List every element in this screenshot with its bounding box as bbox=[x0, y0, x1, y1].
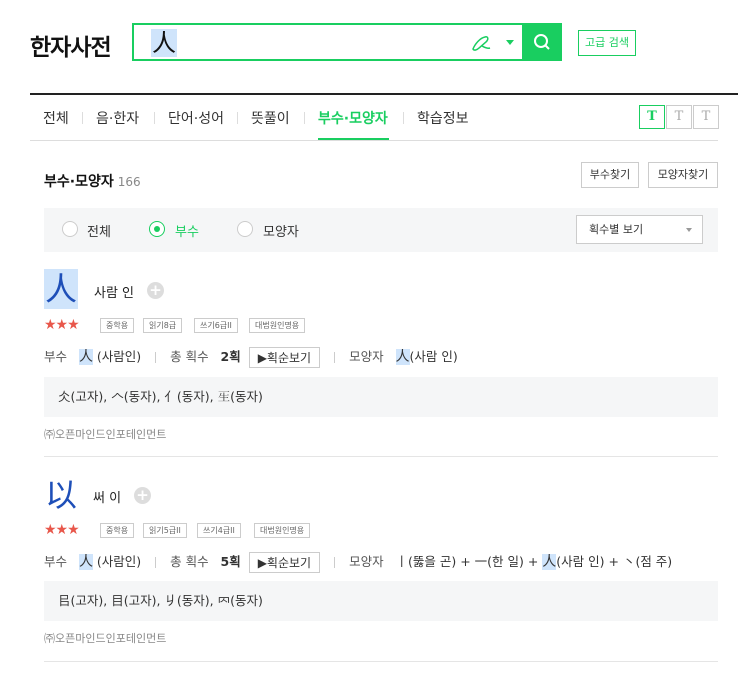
tabs-divider bbox=[30, 140, 718, 141]
level-badge: 대법원인명용 bbox=[249, 318, 306, 333]
chevron-down-icon bbox=[686, 228, 692, 232]
radio-all[interactable] bbox=[62, 221, 78, 237]
radio-shape-label[interactable]: 모양자 bbox=[263, 221, 299, 240]
strokes-label: 총 획수 bbox=[170, 554, 209, 569]
shape-label: 모양자 bbox=[349, 349, 384, 364]
filter-bar: 전체 부수 모양자 획수별 보기 bbox=[44, 208, 718, 252]
add-vocab-icon[interactable]: + bbox=[134, 487, 151, 504]
info-separator bbox=[334, 352, 336, 363]
radio-all-label[interactable]: 전체 bbox=[87, 221, 111, 240]
source-credit[interactable]: ㈜오픈마인드인포테인먼트 bbox=[44, 426, 166, 442]
entry-divider bbox=[44, 661, 718, 662]
search-button[interactable] bbox=[522, 23, 562, 61]
tab-all[interactable]: 전체 bbox=[43, 108, 69, 128]
sort-select-value: 획수별 보기 bbox=[589, 223, 644, 236]
level-badge: 읽기5급II bbox=[143, 523, 187, 538]
entry-info-row: 부수 人 (사람인) 총 획수 2획 ▶획순보기 모양자 人(사람 인) bbox=[44, 346, 458, 368]
level-badge: 쓰기4급II bbox=[197, 523, 241, 538]
variant-chars-box: 仌(고자), 𠆢(동자), 亻(동자), 𤯔(동자) bbox=[44, 377, 718, 417]
handwriting-pen-icon[interactable] bbox=[470, 34, 492, 52]
stroke-order-button[interactable]: ▶획순보기 bbox=[248, 552, 321, 573]
radio-radical-label[interactable]: 부수 bbox=[175, 221, 199, 240]
radical-name: (사람인) bbox=[92, 554, 142, 569]
shape-char-link[interactable]: 人 bbox=[395, 349, 410, 365]
variant-chars-box: 㠯(고자), 目(고자), 𠂈(동자), 𠔿(동자) bbox=[44, 581, 718, 621]
shape-label: 모양자 bbox=[349, 554, 384, 569]
add-vocab-icon[interactable]: + bbox=[147, 282, 164, 299]
tab-separator bbox=[403, 112, 404, 124]
source-credit[interactable]: ㈜오픈마인드인포테인먼트 bbox=[44, 630, 166, 646]
entry-divider bbox=[44, 456, 718, 457]
level-badge: 쓰기6급II bbox=[194, 318, 238, 333]
radio-shape[interactable] bbox=[237, 221, 253, 237]
stroke-order-button[interactable]: ▶획순보기 bbox=[248, 347, 321, 368]
info-separator bbox=[334, 557, 336, 568]
level-badge: 중학용 bbox=[100, 318, 135, 333]
shape-components[interactable]: 丨(뚫을 곤) + 一(한 일) + bbox=[396, 554, 543, 569]
tab-separator bbox=[82, 112, 83, 124]
sort-select[interactable]: 획수별 보기 bbox=[576, 215, 703, 244]
radio-radical[interactable] bbox=[149, 221, 165, 237]
site-logo[interactable]: 한자사전 bbox=[30, 28, 112, 62]
section-title: 부수·모양자 166 bbox=[44, 171, 141, 191]
entry-hanja[interactable]: 以 bbox=[44, 475, 78, 515]
strokes-value: 2획 bbox=[220, 349, 241, 364]
tab-words-idioms[interactable]: 단어·성어 bbox=[168, 108, 224, 128]
section-title-text: 부수·모양자 bbox=[44, 174, 114, 190]
tab-meaning[interactable]: 뜻풀이 bbox=[251, 108, 290, 128]
font-size-medium-button[interactable]: T bbox=[666, 105, 692, 129]
search-box[interactable]: 人 bbox=[132, 23, 562, 61]
info-separator bbox=[155, 352, 157, 363]
radical-char-link[interactable]: 人 bbox=[78, 554, 93, 570]
entry-hanja[interactable]: 人 bbox=[44, 269, 78, 309]
strokes-value: 5획 bbox=[220, 554, 241, 569]
importance-stars: ★★★ bbox=[44, 317, 80, 333]
dropdown-caret-icon[interactable] bbox=[506, 40, 514, 45]
shape-name: (사람 인) bbox=[409, 349, 458, 364]
shape-char-link[interactable]: 人 bbox=[542, 554, 557, 570]
shape-components[interactable]: (사람 인) + 丶(점 주) bbox=[556, 554, 672, 569]
tab-radical-shape[interactable]: 부수·모양자 bbox=[318, 108, 388, 128]
level-badge: 중학용 bbox=[100, 523, 135, 538]
entry-info-row: 부수 人 (사람인) 총 획수 5획 ▶획순보기 모양자 丨(뚫을 곤) + 一… bbox=[44, 551, 672, 573]
search-input[interactable]: 人 bbox=[151, 29, 177, 57]
find-shape-button[interactable]: 모양자찾기 bbox=[648, 162, 718, 188]
result-count: 166 bbox=[117, 175, 141, 189]
tab-sound-hanja[interactable]: 음·한자 bbox=[96, 108, 139, 128]
info-separator bbox=[155, 557, 157, 568]
strokes-label: 총 획수 bbox=[170, 349, 209, 364]
tab-separator bbox=[304, 112, 305, 124]
font-size-large-button[interactable]: T bbox=[693, 105, 719, 129]
entry-reading[interactable]: 써 이 bbox=[93, 487, 121, 506]
radical-name: (사람인) bbox=[92, 349, 142, 364]
radical-label: 부수 bbox=[44, 554, 68, 569]
tab-separator bbox=[237, 112, 238, 124]
entry-reading[interactable]: 사람 인 bbox=[94, 282, 134, 301]
find-radical-button[interactable]: 부수찾기 bbox=[581, 162, 639, 188]
advanced-search-button[interactable]: 고급 검색 bbox=[578, 30, 636, 56]
importance-stars: ★★★ bbox=[44, 522, 80, 538]
level-badge: 읽기8급 bbox=[143, 318, 183, 333]
font-size-small-button[interactable]: T bbox=[639, 105, 665, 129]
search-icon bbox=[534, 34, 550, 50]
level-badge: 대법원인명용 bbox=[254, 523, 311, 538]
radical-label: 부수 bbox=[44, 349, 68, 364]
tab-study-info[interactable]: 학습정보 bbox=[417, 108, 469, 128]
radical-char-link[interactable]: 人 bbox=[78, 349, 93, 365]
header-divider bbox=[30, 93, 738, 95]
tab-separator bbox=[154, 112, 155, 124]
